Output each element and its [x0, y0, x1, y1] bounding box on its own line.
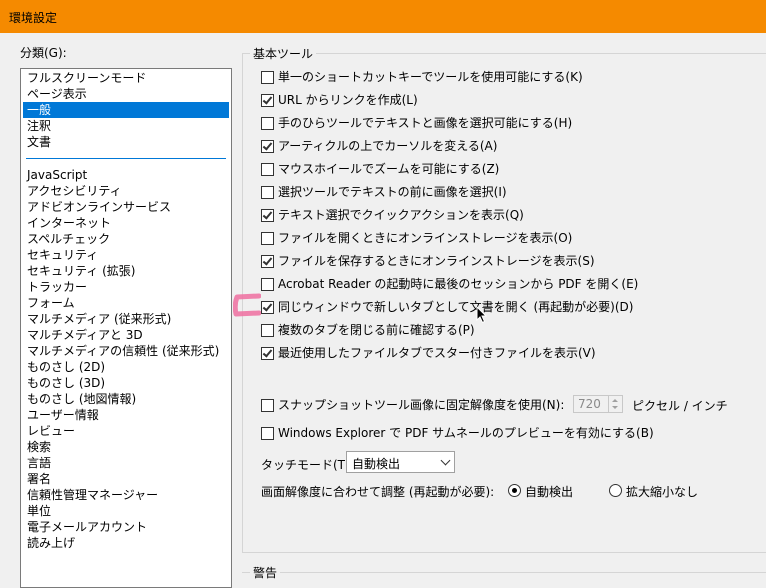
category-item[interactable]: JavaScript	[23, 167, 229, 183]
radio-no-scaling[interactable]	[609, 484, 622, 497]
resolution-value: 720	[578, 397, 601, 411]
option-checkbox[interactable]	[261, 347, 274, 360]
option-checkbox[interactable]	[261, 140, 274, 153]
category-item[interactable]: 信頼性管理マネージャー	[23, 487, 229, 503]
option-checkbox[interactable]	[261, 278, 274, 291]
option-label: URL からリンクを作成(L)	[278, 93, 418, 107]
option-checkbox[interactable]	[261, 71, 274, 84]
option-checkbox[interactable]	[261, 94, 274, 107]
option-label: 最近使用したファイルタブでスター付きファイルを表示(V)	[278, 346, 596, 360]
option-label: 単一のショートカットキーでツールを使用可能にする(K)	[278, 70, 583, 84]
option-checkbox[interactable]	[261, 301, 274, 314]
category-item[interactable]: ユーザー情報	[23, 407, 229, 423]
option-checkbox[interactable]	[261, 209, 274, 222]
category-item[interactable]: インターネット	[23, 215, 229, 231]
touch-mode-value: 自動検出	[352, 457, 401, 471]
category-item[interactable]: 電子メールアカウント	[23, 519, 229, 535]
category-item[interactable]: 言語	[23, 455, 229, 471]
category-item[interactable]: ものさし (地図情報)	[23, 391, 229, 407]
radio-auto-detect[interactable]	[508, 484, 521, 497]
snapshot-resolution-label: スナップショットツール画像に固定解像度を使用(N):	[278, 398, 565, 412]
category-fullscreen[interactable]: フルスクリーンモード	[23, 70, 229, 86]
option-label: テキスト選択でクイックアクションを表示(Q)	[278, 208, 524, 222]
pink-highlight-mark	[233, 293, 261, 317]
category-item[interactable]: 単位	[23, 503, 229, 519]
category-item[interactable]: スペルチェック	[23, 231, 229, 247]
category-item[interactable]: セキュリティ (拡張)	[23, 263, 229, 279]
option-label: 複数のタブを閉じる前に確認する(P)	[278, 323, 475, 337]
category-list[interactable]: フルスクリーンモード ページ表示 一般 注釈 文書 JavaScript アクセ…	[20, 68, 232, 588]
resolution-unit: ピクセル / インチ	[632, 399, 728, 413]
option-checkbox[interactable]	[261, 232, 274, 245]
option-label: 手のひらツールでテキストと画像を選択可能にする(H)	[278, 116, 573, 130]
category-item[interactable]: マルチメディアと 3D	[23, 327, 229, 343]
option-checkbox[interactable]	[261, 163, 274, 176]
option-label: ファイルを保存するときにオンラインストレージを表示(S)	[278, 254, 595, 268]
radio-auto-detect-label[interactable]: 自動検出	[525, 483, 573, 500]
category-item[interactable]: 署名	[23, 471, 229, 487]
category-item[interactable]: 読み上げ	[23, 535, 229, 551]
thumbnail-preview-checkbox[interactable]	[261, 427, 274, 440]
touch-mode-select[interactable]: 自動検出	[346, 451, 455, 473]
mouse-cursor-icon	[476, 306, 488, 324]
category-item[interactable]: アクセシビリティ	[23, 183, 229, 199]
title-bar: 環境設定	[0, 0, 766, 33]
category-documents[interactable]: 文書	[23, 134, 229, 150]
option-label: ファイルを開くときにオンラインストレージを表示(O)	[278, 231, 573, 245]
category-separator	[26, 158, 226, 159]
basic-tools-title: 基本ツール	[250, 45, 317, 62]
spinner-up-icon	[612, 399, 618, 402]
option-checkbox[interactable]	[261, 255, 274, 268]
category-item[interactable]: マルチメディア (従来形式)	[23, 311, 229, 327]
option-label: アーティクルの上でカーソルを変える(A)	[278, 139, 498, 153]
category-page-display[interactable]: ページ表示	[23, 86, 229, 102]
category-item[interactable]: セキュリティ	[23, 247, 229, 263]
option-label: 同じウィンドウで新しいタブとして文書を開く (再起動が必要)(D)	[278, 300, 634, 314]
thumbnail-preview-label: Windows Explorer で PDF サムネールのプレビューを有効にする…	[278, 426, 654, 440]
category-general[interactable]: 一般	[23, 102, 229, 118]
category-item[interactable]: ものさし (2D)	[23, 359, 229, 375]
spinner-down-icon	[612, 406, 618, 409]
category-item[interactable]: 検索	[23, 439, 229, 455]
category-item[interactable]: トラッカー	[23, 279, 229, 295]
category-item[interactable]: アドビオンラインサービス	[23, 199, 229, 215]
resolution-spinner: 720	[573, 395, 623, 413]
touch-mode-label: タッチモード(T):	[261, 458, 354, 472]
category-item[interactable]: フォーム	[23, 295, 229, 311]
chevron-down-icon	[440, 455, 451, 466]
category-item[interactable]: ものさし (3D)	[23, 375, 229, 391]
option-checkbox[interactable]	[261, 186, 274, 199]
option-label: Acrobat Reader の起動時に最後のセッションから PDF を開く(E…	[278, 277, 639, 291]
category-item[interactable]: レビュー	[23, 423, 229, 439]
snapshot-resolution-checkbox[interactable]	[261, 399, 274, 412]
option-checkbox[interactable]	[261, 324, 274, 337]
scale-label: 画面解像度に合わせて調整 (再起動が必要):	[261, 485, 495, 499]
category-comments[interactable]: 注釈	[23, 118, 229, 134]
option-label: マウスホイールでズームを可能にする(Z)	[278, 162, 500, 176]
category-item[interactable]: マルチメディアの信頼性 (従来形式)	[23, 343, 229, 359]
option-checkbox[interactable]	[261, 117, 274, 130]
spinner-buttons	[608, 396, 622, 412]
radio-no-scaling-label[interactable]: 拡大縮小なし	[626, 483, 698, 500]
window-title: 環境設定	[9, 11, 58, 25]
option-label: 選択ツールでテキストの前に画像を選択(I)	[278, 185, 507, 199]
category-label: 分類(G):	[20, 46, 67, 60]
